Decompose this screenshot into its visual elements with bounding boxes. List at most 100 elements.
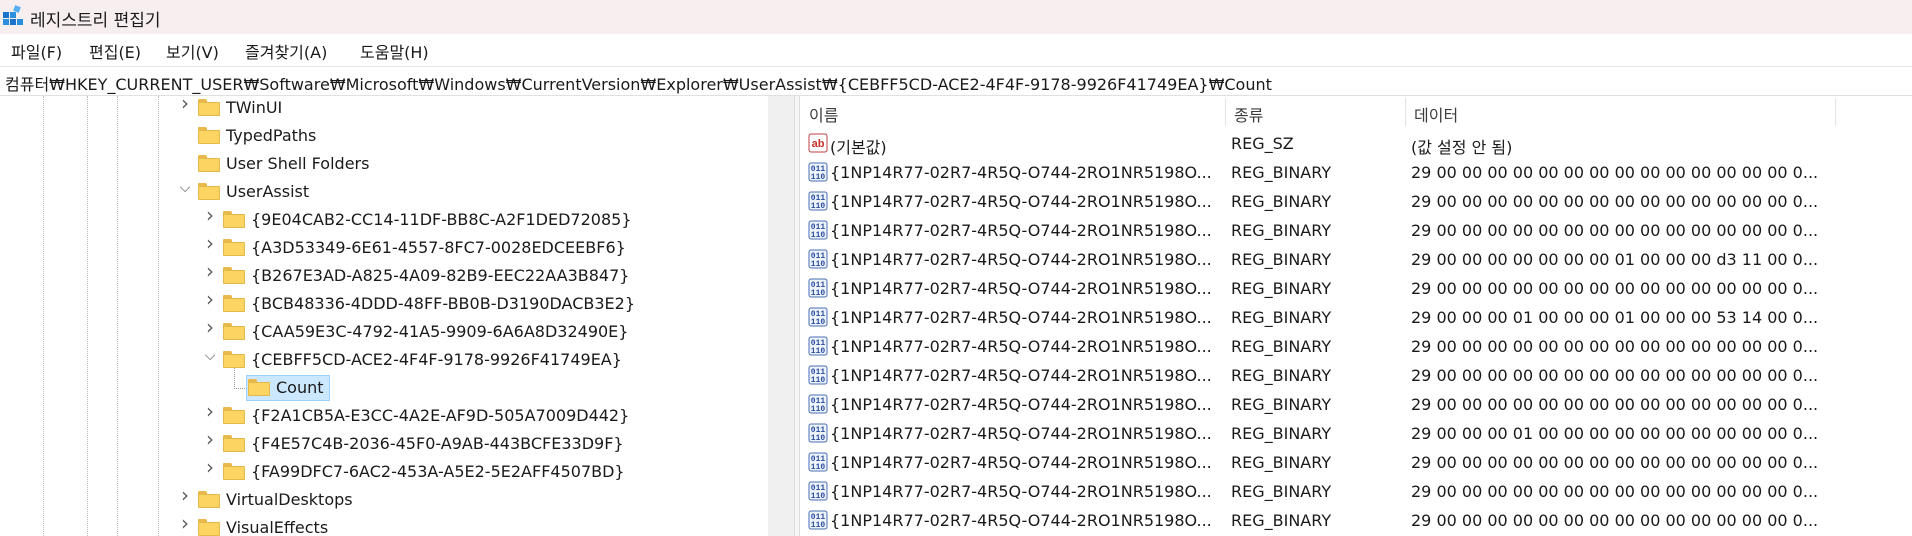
value-row[interactable]: ab (기본값) REG_SZ (값 설정 안 됨): [800, 129, 1912, 158]
tree-node[interactable]: › VirtualDesktops: [0, 485, 768, 514]
value-row[interactable]: 011 110 {1NP14R77-02R7-4R5Q-O744-2RO1NR519…: [800, 158, 1912, 187]
column-header-name[interactable]: 이름: [800, 96, 1225, 128]
tree-node[interactable]: › {F4E57C4B-2036-45F0-A9AB-443BCFE33D9F}: [0, 429, 768, 458]
address-path[interactable]: 컴퓨터₩HKEY_CURRENT_USER₩Software₩Microsoft…: [5, 71, 1272, 95]
binary-value-icon: 011110: [808, 510, 828, 530]
value-name: {1NP14R77-02R7-4R5Q-O744-2RO1NR5198O...: [830, 395, 1212, 414]
chevron-right-icon[interactable]: ›: [178, 513, 192, 533]
tree-node[interactable]: User Shell Folders: [0, 150, 768, 178]
value-list[interactable]: 이름 종류 데이터 ab (기본값) REG_SZ (값 설정 안 됨) 011 110{…: [800, 96, 1912, 536]
svg-text:110: 110: [811, 173, 826, 182]
svg-text:110: 110: [811, 260, 826, 269]
tree-node[interactable]: › {F2A1CB5A-E3CC-4A2E-AF9D-505A7009D442}: [0, 401, 768, 430]
menu-favorites[interactable]: 즐겨찾기(A): [245, 39, 327, 63]
chevron-right-icon[interactable]: ›: [203, 429, 217, 449]
value-row[interactable]: 011 110 {1NP14R77-02R7-4R5Q-O744-2RO1NR519…: [800, 477, 1912, 506]
menu-edit[interactable]: 편집(E): [89, 39, 141, 63]
value-data: 29 00 00 00 00 00 00 00 00 00 00 00 00 0…: [1411, 366, 1819, 385]
chevron-right-icon[interactable]: ›: [203, 401, 217, 421]
value-type: REG_BINARY: [1231, 511, 1332, 530]
column-header-type[interactable]: 종류: [1225, 96, 1405, 128]
value-data: 29 00 00 00 00 00 00 00 00 00 00 00 00 0…: [1411, 482, 1819, 501]
value-type: REG_BINARY: [1231, 221, 1332, 240]
key-tree[interactable]: › TWinUI TypedPaths User Shell Folders ⌵ User…: [0, 96, 768, 536]
chevron-right-icon[interactable]: ›: [178, 96, 192, 113]
value-type: REG_BINARY: [1231, 453, 1332, 472]
value-name: {1NP14R77-02R7-4R5Q-O744-2RO1NR5198O...: [830, 221, 1212, 240]
title-bar: 레지스트리 편집기: [0, 0, 1912, 34]
menu-file[interactable]: 파일(F): [11, 39, 62, 63]
tree-node[interactable]: ⌵ {CEBFF5CD-ACE2-4F4F-9178-9926F41749EA}: [0, 346, 768, 374]
value-name: {1NP14R77-02R7-4R5Q-O744-2RO1NR5198O...: [830, 366, 1212, 385]
column-divider[interactable]: [1835, 98, 1836, 126]
tree-node-label: VisualEffects: [226, 518, 329, 536]
value-row[interactable]: 011 110 {1NP14R77-02R7-4R5Q-O744-2RO1NR519…: [800, 390, 1912, 419]
value-data: 29 00 00 00 00 00 00 00 00 00 00 00 00 0…: [1411, 163, 1819, 182]
value-row[interactable]: 011 110 {1NP14R77-02R7-4R5Q-O744-2RO1NR519…: [800, 448, 1912, 477]
value-data: 29 00 00 00 00 00 00 00 00 00 00 00 00 0…: [1411, 279, 1819, 298]
tree-node[interactable]: ⌵ UserAssist: [0, 178, 768, 206]
chevron-down-icon[interactable]: ⌵: [203, 348, 217, 364]
value-row[interactable]: 011 110 {1NP14R77-02R7-4R5Q-O744-2RO1NR519…: [800, 274, 1912, 303]
folder-icon: [223, 239, 245, 256]
tree-node[interactable]: › {BCB48336-4DDD-48FF-BB0B-D3190DACB3E2}: [0, 289, 768, 318]
value-name: {1NP14R77-02R7-4R5Q-O744-2RO1NR5198O...: [830, 192, 1212, 211]
chevron-right-icon[interactable]: ›: [203, 457, 217, 477]
tree-node-label: TWinUI: [226, 98, 283, 117]
tree-node-label: TypedPaths: [226, 126, 317, 145]
binary-value-icon: 011110: [808, 452, 828, 472]
chevron-right-icon[interactable]: ›: [203, 289, 217, 309]
value-row[interactable]: 011 110 {1NP14R77-02R7-4R5Q-O744-2RO1NR519…: [800, 361, 1912, 390]
tree-node-label: {FA99DFC7-6AC2-453A-A5E2-5E2AFF4507BD}: [251, 462, 625, 481]
svg-text:110: 110: [811, 376, 826, 385]
value-row[interactable]: 011 110 {1NP14R77-02R7-4R5Q-O744-2RO1NR519…: [800, 332, 1912, 361]
folder-icon: [198, 183, 220, 200]
value-row[interactable]: 011 110 {1NP14R77-02R7-4R5Q-O744-2RO1NR519…: [800, 419, 1912, 448]
tree-node[interactable]: TypedPaths: [0, 122, 768, 150]
value-type: REG_BINARY: [1231, 366, 1332, 385]
tree-scrollbar[interactable]: [768, 96, 794, 536]
chevron-right-icon[interactable]: ›: [203, 233, 217, 253]
tree-node[interactable]: › {B267E3AD-A825-4A09-82B9-EEC22AA3B847}: [0, 261, 768, 290]
tree-node-label: {A3D53349-6E61-4557-8FC7-0028EDCEEBF6}: [251, 238, 626, 257]
value-name: {1NP14R77-02R7-4R5Q-O744-2RO1NR5198O...: [830, 279, 1212, 298]
folder-icon: [223, 323, 245, 340]
folder-icon: [223, 351, 245, 368]
chevron-right-icon[interactable]: ›: [203, 261, 217, 281]
value-row[interactable]: 011 110 {1NP14R77-02R7-4R5Q-O744-2RO1NR519…: [800, 187, 1912, 216]
svg-text:ab: ab: [812, 138, 825, 150]
value-name: {1NP14R77-02R7-4R5Q-O744-2RO1NR5198O...: [830, 482, 1212, 501]
value-type: REG_BINARY: [1231, 308, 1332, 327]
chevron-right-icon[interactable]: ›: [203, 205, 217, 225]
svg-text:110: 110: [811, 202, 826, 211]
chevron-right-icon[interactable]: ›: [203, 317, 217, 337]
tree-node[interactable]: › {9E04CAB2-CC14-11DF-BB8C-A2F1DED72085}: [0, 205, 768, 234]
svg-text:110: 110: [811, 318, 826, 327]
value-type: REG_BINARY: [1231, 279, 1332, 298]
tree-node-label: {F2A1CB5A-E3CC-4A2E-AF9D-505A7009D442}: [251, 406, 630, 425]
value-type: REG_SZ: [1231, 134, 1294, 153]
folder-icon: [223, 267, 245, 284]
binary-value-icon: 011110: [808, 423, 828, 443]
tree-node[interactable]: Count: [0, 368, 768, 402]
tree-node[interactable]: › {CAA59E3C-4792-41A5-9909-6A6A8D32490E}: [0, 317, 768, 346]
tree-node[interactable]: › {FA99DFC7-6AC2-453A-A5E2-5E2AFF4507BD}: [0, 457, 768, 486]
tree-node[interactable]: › VisualEffects: [0, 513, 768, 536]
tree-node-label: {CEBFF5CD-ACE2-4F4F-9178-9926F41749EA}: [251, 350, 622, 369]
binary-value-icon: 011110: [808, 336, 828, 356]
tree-node[interactable]: › {A3D53349-6E61-4557-8FC7-0028EDCEEBF6}: [0, 233, 768, 262]
address-bar[interactable]: 컴퓨터₩HKEY_CURRENT_USER₩Software₩Microsoft…: [0, 66, 1912, 96]
value-row[interactable]: 011 110 {1NP14R77-02R7-4R5Q-O744-2RO1NR519…: [800, 506, 1912, 535]
folder-icon: [198, 491, 220, 508]
value-row[interactable]: 011 110 {1NP14R77-02R7-4R5Q-O744-2RO1NR519…: [800, 245, 1912, 274]
value-row[interactable]: 011 110 {1NP14R77-02R7-4R5Q-O744-2RO1NR519…: [800, 303, 1912, 332]
chevron-right-icon[interactable]: ›: [178, 485, 192, 505]
menu-view[interactable]: 보기(V): [166, 39, 219, 63]
chevron-down-icon[interactable]: ⌵: [178, 180, 192, 196]
menu-help[interactable]: 도움말(H): [360, 39, 429, 63]
tree-node[interactable]: › TWinUI: [0, 96, 768, 122]
column-header-data[interactable]: 데이터: [1405, 96, 1835, 128]
svg-text:110: 110: [811, 434, 826, 443]
tree-node-label: {CAA59E3C-4792-41A5-9909-6A6A8D32490E}: [251, 322, 629, 341]
value-row[interactable]: 011 110 {1NP14R77-02R7-4R5Q-O744-2RO1NR519…: [800, 216, 1912, 245]
